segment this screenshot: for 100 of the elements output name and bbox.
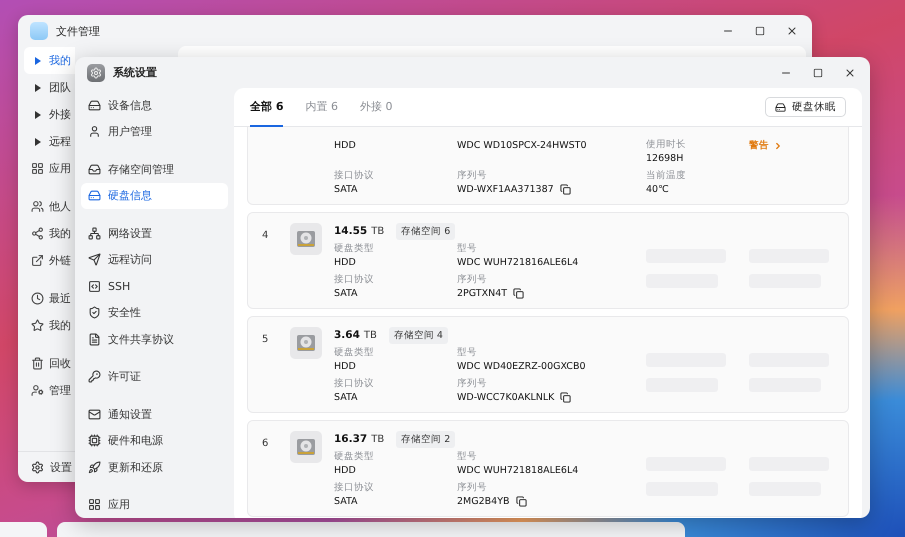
nav-item[interactable]: 硬盘信息 xyxy=(81,182,228,209)
storage-pool-tag: 存储空间 2 xyxy=(396,430,456,448)
field-label: 序列号 xyxy=(457,378,488,390)
mail-icon xyxy=(88,408,101,421)
sidebar-item[interactable]: 我的 xyxy=(24,47,75,74)
folder-app-icon xyxy=(30,22,48,40)
nav-item[interactable]: 网络设置 xyxy=(81,220,228,246)
copy-icon[interactable] xyxy=(560,392,572,403)
grid-icon xyxy=(31,162,44,175)
chevron-right-icon[interactable] xyxy=(773,140,783,150)
sidebar-item[interactable]: 管理 xyxy=(24,377,75,404)
chip-icon xyxy=(88,434,101,448)
user-icon xyxy=(88,125,101,138)
field-label: 序列号 xyxy=(457,170,488,182)
nav-item[interactable]: 远程访问 xyxy=(81,246,228,273)
sidebar-item[interactable]: 我的 xyxy=(24,220,75,247)
field-label: 型号 xyxy=(457,451,478,463)
star-icon xyxy=(31,319,44,332)
nav-item[interactable]: SSH xyxy=(81,273,228,300)
settings-label[interactable]: 设置 xyxy=(50,460,72,474)
sidebar-item[interactable]: 回收 xyxy=(24,350,75,377)
nav-item[interactable]: 存储空间管理 xyxy=(81,156,228,182)
field-value: WDC WD10SPCX-24HWST0 xyxy=(457,139,587,152)
rocket-icon xyxy=(88,460,101,474)
field-label: 接口协议 xyxy=(334,482,375,494)
drive-icon xyxy=(88,189,101,202)
network-icon xyxy=(88,226,101,240)
field-label: 硬盘类型 xyxy=(334,347,375,359)
field-value: 40℃ xyxy=(646,183,669,196)
sidebar-item[interactable]: 远程 xyxy=(24,128,75,155)
field-value: WD-WXF1AA371387 xyxy=(457,183,554,196)
key-icon xyxy=(88,370,101,384)
field-value: 2PGTXN4T xyxy=(457,287,508,300)
field-label: 接口协议 xyxy=(334,274,375,286)
sidebar-item[interactable]: 团队 xyxy=(24,74,75,101)
field-label: 型号 xyxy=(457,243,478,255)
field-label: 当前温度 xyxy=(646,170,687,182)
window-title: 文件管理 xyxy=(56,24,100,38)
nav-item[interactable]: 设备信息 xyxy=(81,92,228,118)
share-icon xyxy=(31,227,44,240)
caret-icon[interactable] xyxy=(34,56,40,64)
copy-icon[interactable] xyxy=(513,288,524,299)
clock-icon xyxy=(31,292,44,305)
sidebar-item[interactable]: 我的 xyxy=(24,312,75,339)
nav-item[interactable]: 安全性 xyxy=(81,300,228,326)
field-label: 使用时长 xyxy=(646,139,687,151)
disk-capacity: 16.37 TB xyxy=(334,433,384,445)
field-label: 接口协议 xyxy=(334,378,375,390)
nav-item[interactable]: 通知设置 xyxy=(81,401,228,428)
external-link-icon xyxy=(31,254,44,267)
field-label: 硬盘类型 xyxy=(334,243,375,255)
nav-item[interactable]: 更新和还原 xyxy=(81,454,228,480)
field-value: SATA xyxy=(334,495,358,508)
field-label: 序列号 xyxy=(457,274,488,286)
storage-pool-tag: 存储空间 4 xyxy=(388,326,448,344)
copy-icon[interactable] xyxy=(560,184,571,195)
field-label: 硬盘类型 xyxy=(334,451,375,463)
field-value: SATA xyxy=(334,287,358,300)
copy-icon[interactable] xyxy=(516,496,527,507)
caret-icon[interactable] xyxy=(34,110,40,118)
field-value: HDD xyxy=(334,139,356,152)
grid-icon xyxy=(88,498,101,512)
shield-icon xyxy=(88,306,101,320)
disk-number: 4 xyxy=(262,229,268,241)
field-value: SATA xyxy=(334,391,358,404)
user-icon xyxy=(31,200,44,213)
nav-item[interactable]: 许可证 xyxy=(81,364,228,390)
nav-item[interactable]: 文件共享协议 xyxy=(81,326,228,352)
field-value: HDD xyxy=(334,464,356,477)
sidebar-item[interactable]: 外接 xyxy=(24,101,75,128)
field-value: HDD xyxy=(334,256,356,269)
disk-number: 6 xyxy=(262,437,268,449)
nav-item[interactable]: 硬件和电源 xyxy=(81,428,228,454)
maximize-icon[interactable] xyxy=(813,68,823,78)
nav-item[interactable]: 用户管理 xyxy=(81,118,228,145)
file-icon xyxy=(88,332,101,346)
send-icon xyxy=(88,253,101,266)
sidebar-item[interactable]: 他人 xyxy=(24,193,75,220)
field-value: WDC WUH721818ALE6L4 xyxy=(457,464,578,477)
maximize-icon[interactable] xyxy=(755,26,765,36)
trash-icon xyxy=(31,357,44,370)
sidebar-item[interactable]: 外链 xyxy=(24,247,75,274)
sidebar-item[interactable]: 应用 xyxy=(24,155,75,182)
field-label: 序列号 xyxy=(457,482,488,494)
disk-capacity: 14.55 TB xyxy=(334,225,384,237)
drive-icon xyxy=(88,98,101,112)
field-value: SATA xyxy=(334,183,358,196)
disk-sleep-button[interactable]: 硬盘休眠 xyxy=(765,97,846,117)
user-cog-icon xyxy=(31,384,44,397)
window-title: 系统设置 xyxy=(113,65,157,80)
disk-capacity: 3.64 TB xyxy=(334,329,377,341)
field-value: WD-WCC7K0AKLNLK xyxy=(457,391,554,404)
field-value: WDC WD40EZRZ-00GXCB0 xyxy=(457,360,586,373)
code-icon xyxy=(88,280,101,293)
field-value: HDD xyxy=(334,360,356,373)
nav-item[interactable]: 应用 xyxy=(81,492,228,518)
sidebar-item[interactable]: 最近 xyxy=(24,285,75,312)
caret-icon[interactable] xyxy=(34,84,40,92)
caret-icon[interactable] xyxy=(34,138,40,146)
field-value: 12698H xyxy=(646,152,684,165)
